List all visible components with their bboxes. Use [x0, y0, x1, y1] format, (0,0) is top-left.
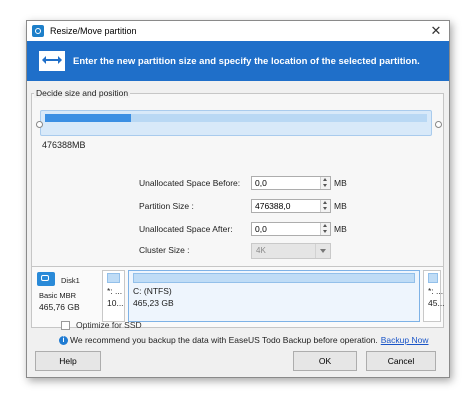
partition-map-bar[interactable] [40, 110, 432, 136]
chevron-down-icon [315, 244, 330, 258]
optimize-ssd-checkbox[interactable] [61, 320, 70, 330]
help-button[interactable]: Help [35, 351, 101, 371]
disk-info[interactable]: Disk1 Basic MBR 465,76 GB [35, 270, 101, 324]
backup-now-link[interactable]: Backup Now [381, 335, 429, 345]
right-resize-handle[interactable] [435, 121, 442, 128]
group-title: Decide size and position [34, 88, 131, 98]
partition-block-1[interactable]: *: ... 10... [102, 270, 125, 322]
info-icon: i [59, 335, 68, 345]
title-bar: Resize/Move partition ✕ [27, 21, 449, 41]
partition-label: *: ... [107, 286, 123, 296]
backup-recommendation: i We recommend you backup the data with … [59, 334, 428, 346]
info-text: We recommend you backup the data with Ea… [70, 335, 378, 345]
partition-size-unit: MB [334, 201, 347, 211]
close-button[interactable]: ✕ [429, 24, 443, 38]
partition-size-label: Partition Size : [139, 201, 194, 211]
banner-text: Enter the new partition size and specify… [73, 55, 420, 67]
unalloc-before-input[interactable]: 0,0 [251, 176, 331, 190]
resize-move-dialog: Resize/Move partition ✕ Enter the new pa… [26, 20, 450, 378]
cluster-size-row: Cluster Size : 4K [32, 243, 443, 259]
partition-label: C: (NTFS) [133, 286, 172, 296]
disk-size: 465,76 GB [39, 302, 80, 312]
unalloc-before-spinner[interactable] [320, 177, 330, 189]
optimize-ssd-label: Optimize for SSD [76, 320, 142, 330]
partition-label: *: ... [428, 286, 444, 296]
partition-usage-bar [133, 273, 415, 283]
instruction-banner: Enter the new partition size and specify… [27, 41, 449, 81]
unalloc-after-value: 0,0 [255, 224, 267, 234]
cluster-size-select: 4K [251, 243, 331, 259]
cluster-size-value: 4K [256, 246, 266, 255]
partition-size: 10... [107, 298, 124, 308]
disk-type: Basic MBR [39, 291, 77, 300]
partition-size-row: Partition Size : 476388,0 MB [32, 199, 443, 213]
size-position-group: Decide size and position 476388MB Unallo… [31, 88, 444, 268]
partition-size: 465,23 GB [133, 298, 174, 308]
partition-size-value: 476388,0 [255, 201, 291, 211]
window-title: Resize/Move partition [50, 26, 137, 36]
partition-usage-bar [428, 273, 438, 283]
unalloc-before-row: Unallocated Space Before: 0,0 MB [32, 176, 443, 190]
partition-block-c[interactable]: C: (NTFS) 465,23 GB [128, 270, 420, 322]
disk-icon [37, 272, 55, 286]
unalloc-after-input[interactable]: 0,0 [251, 222, 331, 236]
unalloc-before-label: Unallocated Space Before: [139, 178, 241, 188]
partition-size: 45... [428, 298, 445, 308]
partition-free-fill [131, 114, 427, 122]
optimize-ssd-option: Optimize for SSD [61, 319, 142, 331]
disk-name: Disk1 [61, 276, 80, 285]
partition-size-spinner[interactable] [320, 200, 330, 212]
cancel-button[interactable]: Cancel [366, 351, 436, 371]
partition-size-input[interactable]: 476388,0 [251, 199, 331, 213]
unalloc-before-unit: MB [334, 178, 347, 188]
cancel-button-label: Cancel [387, 356, 415, 366]
resize-arrows-icon [39, 51, 65, 71]
cluster-size-label: Cluster Size : [139, 245, 190, 255]
unalloc-after-label: Unallocated Space After: [139, 224, 233, 234]
ok-button-label: OK [318, 356, 332, 366]
help-button-label: Help [59, 356, 77, 366]
app-icon [32, 25, 44, 37]
partition-used-fill [45, 114, 131, 122]
unalloc-after-unit: MB [334, 224, 347, 234]
unalloc-after-spinner[interactable] [320, 223, 330, 235]
map-size-label: 476388MB [42, 140, 86, 150]
ok-button[interactable]: OK [293, 351, 357, 371]
left-resize-handle[interactable] [36, 121, 43, 128]
unalloc-after-row: Unallocated Space After: 0,0 MB [32, 222, 443, 236]
unalloc-before-value: 0,0 [255, 178, 267, 188]
partition-block-3[interactable]: *: ... 45... [423, 270, 445, 322]
partition-usage-bar [107, 273, 120, 283]
